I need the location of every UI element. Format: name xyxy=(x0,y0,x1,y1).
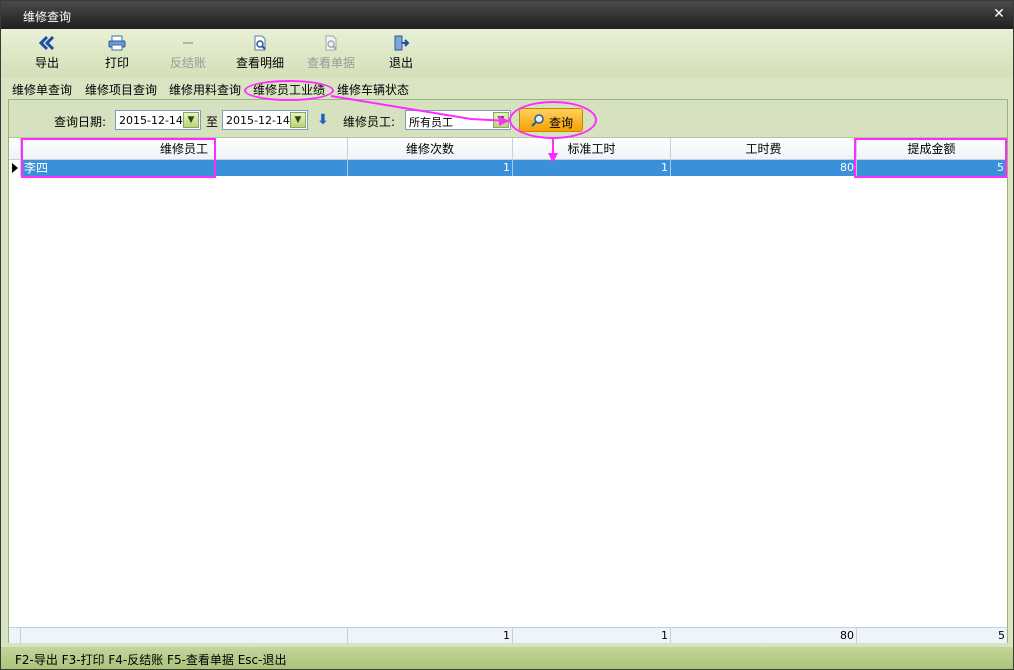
chevron-down-icon[interactable]: ▼ xyxy=(183,112,199,128)
tab-repair-order-query[interactable]: 维修单查询 xyxy=(12,81,72,99)
cell-staff: 李四 xyxy=(21,160,348,176)
current-row-indicator xyxy=(9,160,21,176)
chevron-down-icon[interactable]: ▼ xyxy=(493,112,509,128)
query-button[interactable]: 查询 xyxy=(519,108,583,132)
date-label: 查询日期: xyxy=(54,115,107,129)
column-header-std-hours[interactable]: 标准工时 xyxy=(513,138,671,160)
tab-repair-material-query[interactable]: 维修用料查询 xyxy=(169,81,241,99)
arrow-down-icon[interactable]: ⬇ xyxy=(317,112,329,128)
staff-select[interactable]: 所有员工 ▼ xyxy=(405,110,511,130)
footer-indicator xyxy=(9,628,21,643)
status-bar: F2-导出 F3-打印 F4-反结账 F5-查看单据 Esc-退出 xyxy=(1,647,1013,669)
chevron-down-icon[interactable]: ▼ xyxy=(290,112,306,128)
tab-staff-performance[interactable]: 维修员工业绩 xyxy=(253,81,325,99)
staff-label: 维修员工: xyxy=(343,115,396,129)
shortcut-hints: F2-导出 F3-打印 F4-反结账 F5-查看单据 Esc-退出 xyxy=(15,653,287,667)
total-commission: 5 xyxy=(998,629,1005,642)
date-to-picker[interactable]: 2015-12-14 ▼ xyxy=(222,110,308,130)
triangle-right-icon xyxy=(12,163,18,173)
double-chevron-left-icon xyxy=(38,35,55,51)
cell-labor-fee: 80 xyxy=(671,160,857,176)
total-count: 1 xyxy=(348,628,513,643)
exit-button[interactable]: 退出 xyxy=(369,35,433,75)
column-header-labor-fee[interactable]: 工时费 xyxy=(671,138,857,160)
column-header-count[interactable]: 维修次数 xyxy=(348,138,513,160)
tab-repair-item-query[interactable]: 维修项目查询 xyxy=(85,81,157,99)
row-indicator-header xyxy=(9,138,21,160)
table-row[interactable]: 李四 1 1 80 5 xyxy=(9,160,1007,176)
magnifier-icon xyxy=(531,114,544,127)
view-detail-button[interactable]: 查看明细 xyxy=(228,35,292,75)
column-header-staff[interactable]: 维修员工 xyxy=(21,138,348,160)
content-panel: 查询日期: 2015-12-14 ▼ 至 2015-12-14 ▼ ⬇ 维修员工… xyxy=(8,99,1008,643)
document-search-icon xyxy=(325,35,337,51)
printer-icon xyxy=(108,35,126,51)
grid-footer-totals: 1 1 80 5 xyxy=(9,627,1007,643)
grid-header: 维修员工 维修次数 标准工时 工时费 提成金额 xyxy=(9,138,1007,160)
print-button[interactable]: 打印 xyxy=(85,35,149,75)
tab-strip: 维修单查询 维修项目查询 维修用料查询 维修员工业绩 维修车辆状态 xyxy=(1,79,1013,99)
export-button[interactable]: 导出 xyxy=(15,35,79,75)
minus-icon xyxy=(183,42,193,44)
date-from-picker[interactable]: 2015-12-14 ▼ xyxy=(115,110,201,130)
total-labor-fee: 80 xyxy=(671,628,857,643)
window: 维修查询 ✕ 导出 打印 反结账 查看明细 查看单据 退出 维修单查询 维修项目… xyxy=(0,0,1014,670)
to-label: 至 xyxy=(206,115,219,129)
toolbar: 导出 打印 反结账 查看明细 查看单据 退出 xyxy=(1,29,1013,77)
document-search-icon xyxy=(254,35,266,51)
tab-vehicle-status[interactable]: 维修车辆状态 xyxy=(337,81,409,99)
cell-count: 1 xyxy=(348,160,513,176)
window-title: 维修查询 xyxy=(23,10,72,24)
view-document-button[interactable]: 查看单据 xyxy=(299,35,363,75)
reverse-settle-button[interactable]: 反结账 xyxy=(156,35,220,75)
column-header-commission[interactable]: 提成金额 xyxy=(857,138,1007,160)
close-icon[interactable]: ✕ xyxy=(991,6,1007,22)
filter-bar: 查询日期: 2015-12-14 ▼ 至 2015-12-14 ▼ ⬇ 维修员工… xyxy=(9,100,1007,138)
cell-std-hours: 1 xyxy=(513,160,671,176)
footer-staff xyxy=(21,628,348,643)
total-std-hours: 1 xyxy=(513,628,671,643)
exit-door-icon xyxy=(394,35,410,51)
cell-commission: 5 xyxy=(857,160,1007,176)
title-bar: 维修查询 ✕ xyxy=(1,1,1013,29)
